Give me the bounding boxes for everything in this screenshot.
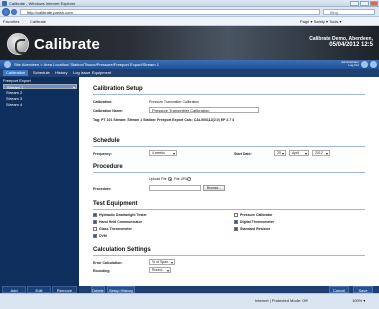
delete-button[interactable]: Delete	[91, 286, 105, 293]
browse-button[interactable]: Browse...	[203, 185, 225, 191]
sidebar-buttons: Add Edit Remove	[0, 286, 79, 293]
status-bar: Internet | Protected Mode: Off 100% ▾	[0, 293, 379, 309]
frequency-select[interactable]: 4 weeks	[149, 150, 177, 156]
user-info: Administrator Log Out	[341, 61, 359, 67]
ie-icon	[2, 1, 7, 6]
procedure-label: Procedure:	[93, 187, 112, 191]
zoom-level[interactable]: 100% ▾	[352, 298, 365, 303]
logo-text: Calibrate	[34, 36, 100, 53]
logout-link[interactable]: Log Out	[341, 64, 359, 67]
search-input[interactable]: Bing	[323, 9, 375, 15]
calibration-info: Tag: PT 101 Stream: Stream 1 Station: Fr…	[93, 118, 235, 122]
equipment-label: Digital Thermometer	[240, 220, 275, 224]
app-banner: Calibrate Calibrate Demo, Aberdeen, 05/0…	[0, 26, 379, 60]
procedure-title: Procedure	[93, 164, 123, 170]
equipment-checkbox[interactable]	[234, 227, 238, 231]
calculation-settings-title: Calculation Settings	[93, 247, 151, 253]
start-year-select[interactable]: 2012	[312, 150, 330, 156]
start-month-select[interactable]: April	[289, 150, 309, 156]
menu-history[interactable]: History	[52, 70, 70, 76]
help-icon[interactable]	[361, 61, 368, 68]
add-button[interactable]: Add	[2, 286, 26, 293]
sidebar-item-stream-2[interactable]: Stream 2	[3, 90, 77, 95]
settings-icon[interactable]	[370, 61, 377, 68]
start-date-label: Start Date:	[234, 152, 252, 156]
divider	[93, 94, 365, 95]
divider	[93, 255, 365, 256]
browser-tab[interactable]: Calibrate	[30, 19, 46, 24]
rounding-select[interactable]: Round	[149, 267, 171, 273]
rounding-label: Rounding:	[93, 269, 111, 273]
equipment-checkbox[interactable]	[93, 227, 97, 231]
security-zone: Internet | Protected Mode: Off	[255, 298, 308, 303]
back-icon[interactable]	[2, 8, 10, 16]
menu-schedule[interactable]: Schedule	[30, 70, 53, 76]
sidebar-item-stream-3[interactable]: Stream 3	[3, 96, 77, 101]
equipment-label: Glass Thermometer	[99, 227, 132, 231]
favorites-button[interactable]: Favorites	[3, 19, 19, 24]
sidebar-item-stream-1[interactable]: Stream 1	[3, 84, 77, 90]
equipment-checkbox[interactable]	[234, 220, 238, 224]
edit-button[interactable]: Edit	[27, 286, 51, 293]
equipment-label: Pressure Calibrator	[240, 213, 273, 217]
favorites-bar: Favorites Calibrate Page ▾ Safety ▾ Tool…	[0, 17, 379, 26]
browser-toolbar-menus[interactable]: Page ▾ Safety ▾ Tools ▾	[300, 19, 342, 24]
menu-equipment[interactable]: Equipment	[89, 70, 114, 76]
main-menu: Calibration Schedule History Log Issue E…	[0, 69, 379, 77]
main-content: Calibration Setup Calibration: Pressure …	[79, 77, 379, 286]
error-calculation-label: Error Calculation:	[93, 261, 123, 265]
procedure-file-input[interactable]	[149, 185, 201, 191]
equipment-label: Hydraulic Deadweight Tester	[99, 213, 147, 217]
breadcrumb-bar: Site Aberdeen > Area Location/ Station/T…	[0, 60, 379, 69]
cancel-button[interactable]: Cancel	[329, 286, 349, 293]
start-day-select[interactable]: 25	[274, 150, 286, 156]
address-bar: http://calibrate.parish.com Bing	[0, 7, 379, 17]
equipment-checkbox[interactable]	[234, 213, 238, 217]
calibration-value: Pressure Transmitter Calibration	[149, 100, 200, 104]
upload-file-label: Upload File	[149, 177, 167, 181]
window-titlebar: Calibrate - Windows Internet Explorer	[0, 0, 379, 7]
calibration-name-label: Calibration Name:	[93, 109, 123, 113]
upload-file-radio[interactable]	[168, 177, 172, 181]
remove-button[interactable]: Remove	[52, 286, 77, 293]
calibrate-logo-icon	[7, 33, 29, 55]
calibration-name-input[interactable]: Pressure Transmitter Calibration	[149, 107, 259, 113]
divider	[93, 209, 365, 210]
equipment-checkbox[interactable]	[93, 234, 97, 238]
forward-icon[interactable]	[11, 9, 17, 15]
setup-history-button[interactable]: Setup History	[107, 286, 135, 293]
action-bar: Delete Setup History Cancel Save	[79, 286, 379, 293]
maximize-button[interactable]	[360, 1, 369, 6]
sidebar-item-stream-4[interactable]: Stream 4	[3, 102, 77, 107]
divider	[93, 172, 365, 173]
equipment-label: DVM	[99, 234, 107, 238]
minimize-button[interactable]	[350, 1, 359, 6]
equipment-checkbox[interactable]	[93, 220, 97, 224]
url-input[interactable]: http://calibrate.parish.com	[20, 9, 320, 15]
banner-info: Calibrate Demo, Aberdeen, 05/04/2012 12:…	[309, 36, 373, 48]
equipment-checkbox[interactable]	[93, 213, 97, 217]
setup-title: Calibration Setup	[93, 86, 143, 92]
close-button[interactable]	[370, 1, 378, 6]
file-url-radio[interactable]	[187, 177, 191, 181]
window-title: Calibrate - Windows Internet Explorer	[9, 1, 76, 6]
equipment-label: Hand Held Communicator	[99, 220, 142, 224]
equipment-label: Standard Resistor	[240, 227, 271, 231]
save-button[interactable]: Save	[353, 286, 373, 293]
sidebar: Freeport Export Stream 1 Stream 2 Stream…	[0, 77, 79, 286]
breadcrumb[interactable]: Site Aberdeen > Area Location/ Station/T…	[14, 62, 159, 67]
sidebar-item-freeport-export[interactable]: Freeport Export	[3, 78, 77, 83]
test-equipment-title: Test Equipment	[93, 201, 138, 207]
location-icon	[4, 61, 11, 68]
calibration-label: Calibration:	[93, 100, 113, 104]
divider	[93, 146, 365, 147]
current-datetime: 05/04/2012 12:5	[329, 42, 373, 48]
menu-calibration[interactable]: Calibration	[3, 70, 29, 76]
file-url-label: File URL	[174, 177, 188, 181]
error-calculation-select[interactable]: % of Span	[149, 259, 175, 265]
schedule-title: Schedule	[93, 138, 120, 144]
frequency-label: Frequency:	[93, 152, 112, 156]
